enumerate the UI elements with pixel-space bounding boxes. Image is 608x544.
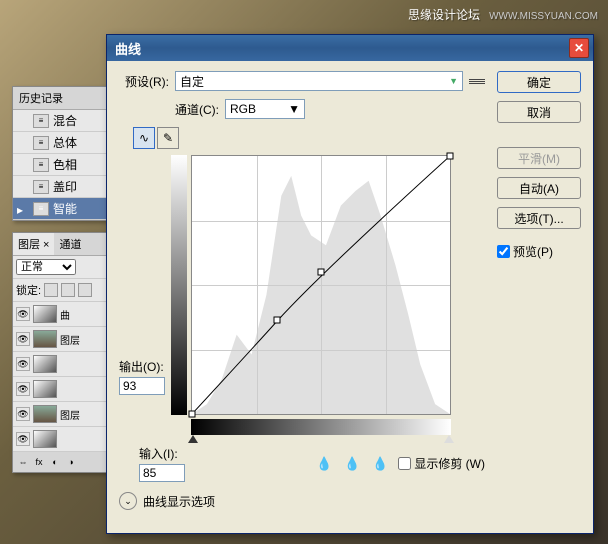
- pencil-tool-button[interactable]: ✎: [157, 127, 179, 149]
- layer-row[interactable]: 👁图层: [13, 327, 107, 352]
- input-field[interactable]: 85: [139, 464, 185, 482]
- black-eyedropper-icon[interactable]: 💧: [314, 455, 334, 473]
- show-clipping-checkbox[interactable]: 显示修剪 (W): [398, 455, 485, 472]
- link-icon[interactable]: ⇔: [16, 455, 30, 469]
- channel-label: 通道(C):: [175, 101, 219, 118]
- curve-tool-button[interactable]: ∿: [133, 127, 155, 149]
- white-point-handle[interactable]: [444, 435, 454, 443]
- lock-paint-icon[interactable]: [61, 283, 75, 297]
- vertical-gradient: [171, 155, 187, 415]
- layer-thumb[interactable]: [33, 305, 57, 323]
- cancel-button[interactable]: 取消: [497, 101, 581, 123]
- channel-select[interactable]: RGB ▼: [225, 99, 305, 119]
- lock-move-icon[interactable]: [78, 283, 92, 297]
- expand-button[interactable]: ⌄: [119, 492, 137, 510]
- layer-thumb[interactable]: [33, 380, 57, 398]
- lock-transparent-icon[interactable]: [44, 283, 58, 297]
- tab-layers[interactable]: 图层 ×: [13, 233, 54, 255]
- fx-icon[interactable]: fx: [32, 455, 46, 469]
- options-button[interactable]: 选项(T)...: [497, 207, 581, 229]
- blend-mode[interactable]: 正常: [13, 256, 107, 278]
- layer-row[interactable]: 👁: [13, 352, 107, 377]
- curve-line: [192, 156, 450, 414]
- visibility-icon[interactable]: 👁: [16, 407, 30, 421]
- layer-row[interactable]: 👁: [13, 377, 107, 402]
- chevron-down-icon: ▼: [288, 102, 300, 116]
- white-eyedropper-icon[interactable]: 💧: [370, 455, 390, 473]
- curve-display-options: 曲线显示选项: [143, 493, 215, 510]
- curve-point[interactable]: [189, 411, 196, 418]
- history-tab-label: 历史记录: [19, 90, 63, 106]
- layers-toolbar: ⇔ fx ◐ ◑: [13, 452, 107, 472]
- output-field[interactable]: 93: [119, 377, 165, 395]
- ok-button[interactable]: 确定: [497, 71, 581, 93]
- adjustment-icon[interactable]: ◑: [64, 455, 78, 469]
- gray-eyedropper-icon[interactable]: 💧: [342, 455, 362, 473]
- curve-point[interactable]: [447, 153, 454, 160]
- watermark-text: 思缘设计论坛: [408, 8, 480, 22]
- input-label: 输入(I):: [139, 445, 185, 462]
- layer-row[interactable]: 👁: [13, 427, 107, 452]
- chevron-down-icon: ▼: [449, 76, 458, 86]
- blend-mode-select[interactable]: 正常: [16, 259, 76, 275]
- layer-thumb[interactable]: [33, 430, 57, 448]
- titlebar[interactable]: 曲线 ✕: [107, 35, 593, 61]
- lock-label: 锁定:: [16, 282, 41, 298]
- layer-thumb[interactable]: [33, 405, 57, 423]
- curve-point[interactable]: [318, 269, 325, 276]
- visibility-icon[interactable]: 👁: [16, 382, 30, 396]
- layer-row[interactable]: 👁曲: [13, 302, 107, 327]
- dialog-title: 曲线: [115, 39, 141, 58]
- layer-thumb[interactable]: [33, 355, 57, 373]
- visibility-icon[interactable]: 👁: [16, 357, 30, 371]
- preset-label: 预设(R):: [119, 73, 169, 90]
- preset-menu-icon[interactable]: [469, 74, 485, 88]
- output-label: 输出(O):: [119, 358, 165, 375]
- channel-value: RGB: [230, 102, 256, 116]
- preset-select[interactable]: 自定 ▼: [175, 71, 463, 91]
- watermark-site: WWW.MISSYUAN.COM: [489, 11, 598, 22]
- visibility-icon[interactable]: 👁: [16, 432, 30, 446]
- layers-lock-row: 锁定:: [13, 278, 107, 302]
- visibility-icon[interactable]: 👁: [16, 307, 30, 321]
- preview-checkbox[interactable]: 预览(P): [497, 243, 581, 260]
- horizontal-gradient[interactable]: [191, 419, 451, 435]
- layer-thumb[interactable]: [33, 330, 57, 348]
- layers-tabs: 图层 × 通道: [13, 233, 107, 256]
- curve-point[interactable]: [274, 316, 281, 323]
- layer-row[interactable]: 👁图层: [13, 402, 107, 427]
- watermark: 思缘设计论坛 WWW.MISSYUAN.COM: [408, 6, 598, 23]
- black-point-handle[interactable]: [188, 435, 198, 443]
- layers-panel: 图层 × 通道 正常 锁定: 👁曲 👁图层 👁 👁 👁图层 👁 ⇔ fx ◐ ◑: [12, 232, 108, 473]
- auto-button[interactable]: 自动(A): [497, 177, 581, 199]
- preset-value: 自定: [180, 73, 204, 90]
- close-button[interactable]: ✕: [569, 38, 589, 58]
- curves-dialog: 曲线 ✕ 预设(R): 自定 ▼ 通道(C): RGB ▼ ∿ ✎: [106, 34, 594, 534]
- tab-channels[interactable]: 通道: [54, 233, 86, 255]
- visibility-icon[interactable]: 👁: [16, 332, 30, 346]
- mask-icon[interactable]: ◐: [48, 455, 62, 469]
- curve-graph[interactable]: [191, 155, 451, 415]
- smooth-button: 平滑(M): [497, 147, 581, 169]
